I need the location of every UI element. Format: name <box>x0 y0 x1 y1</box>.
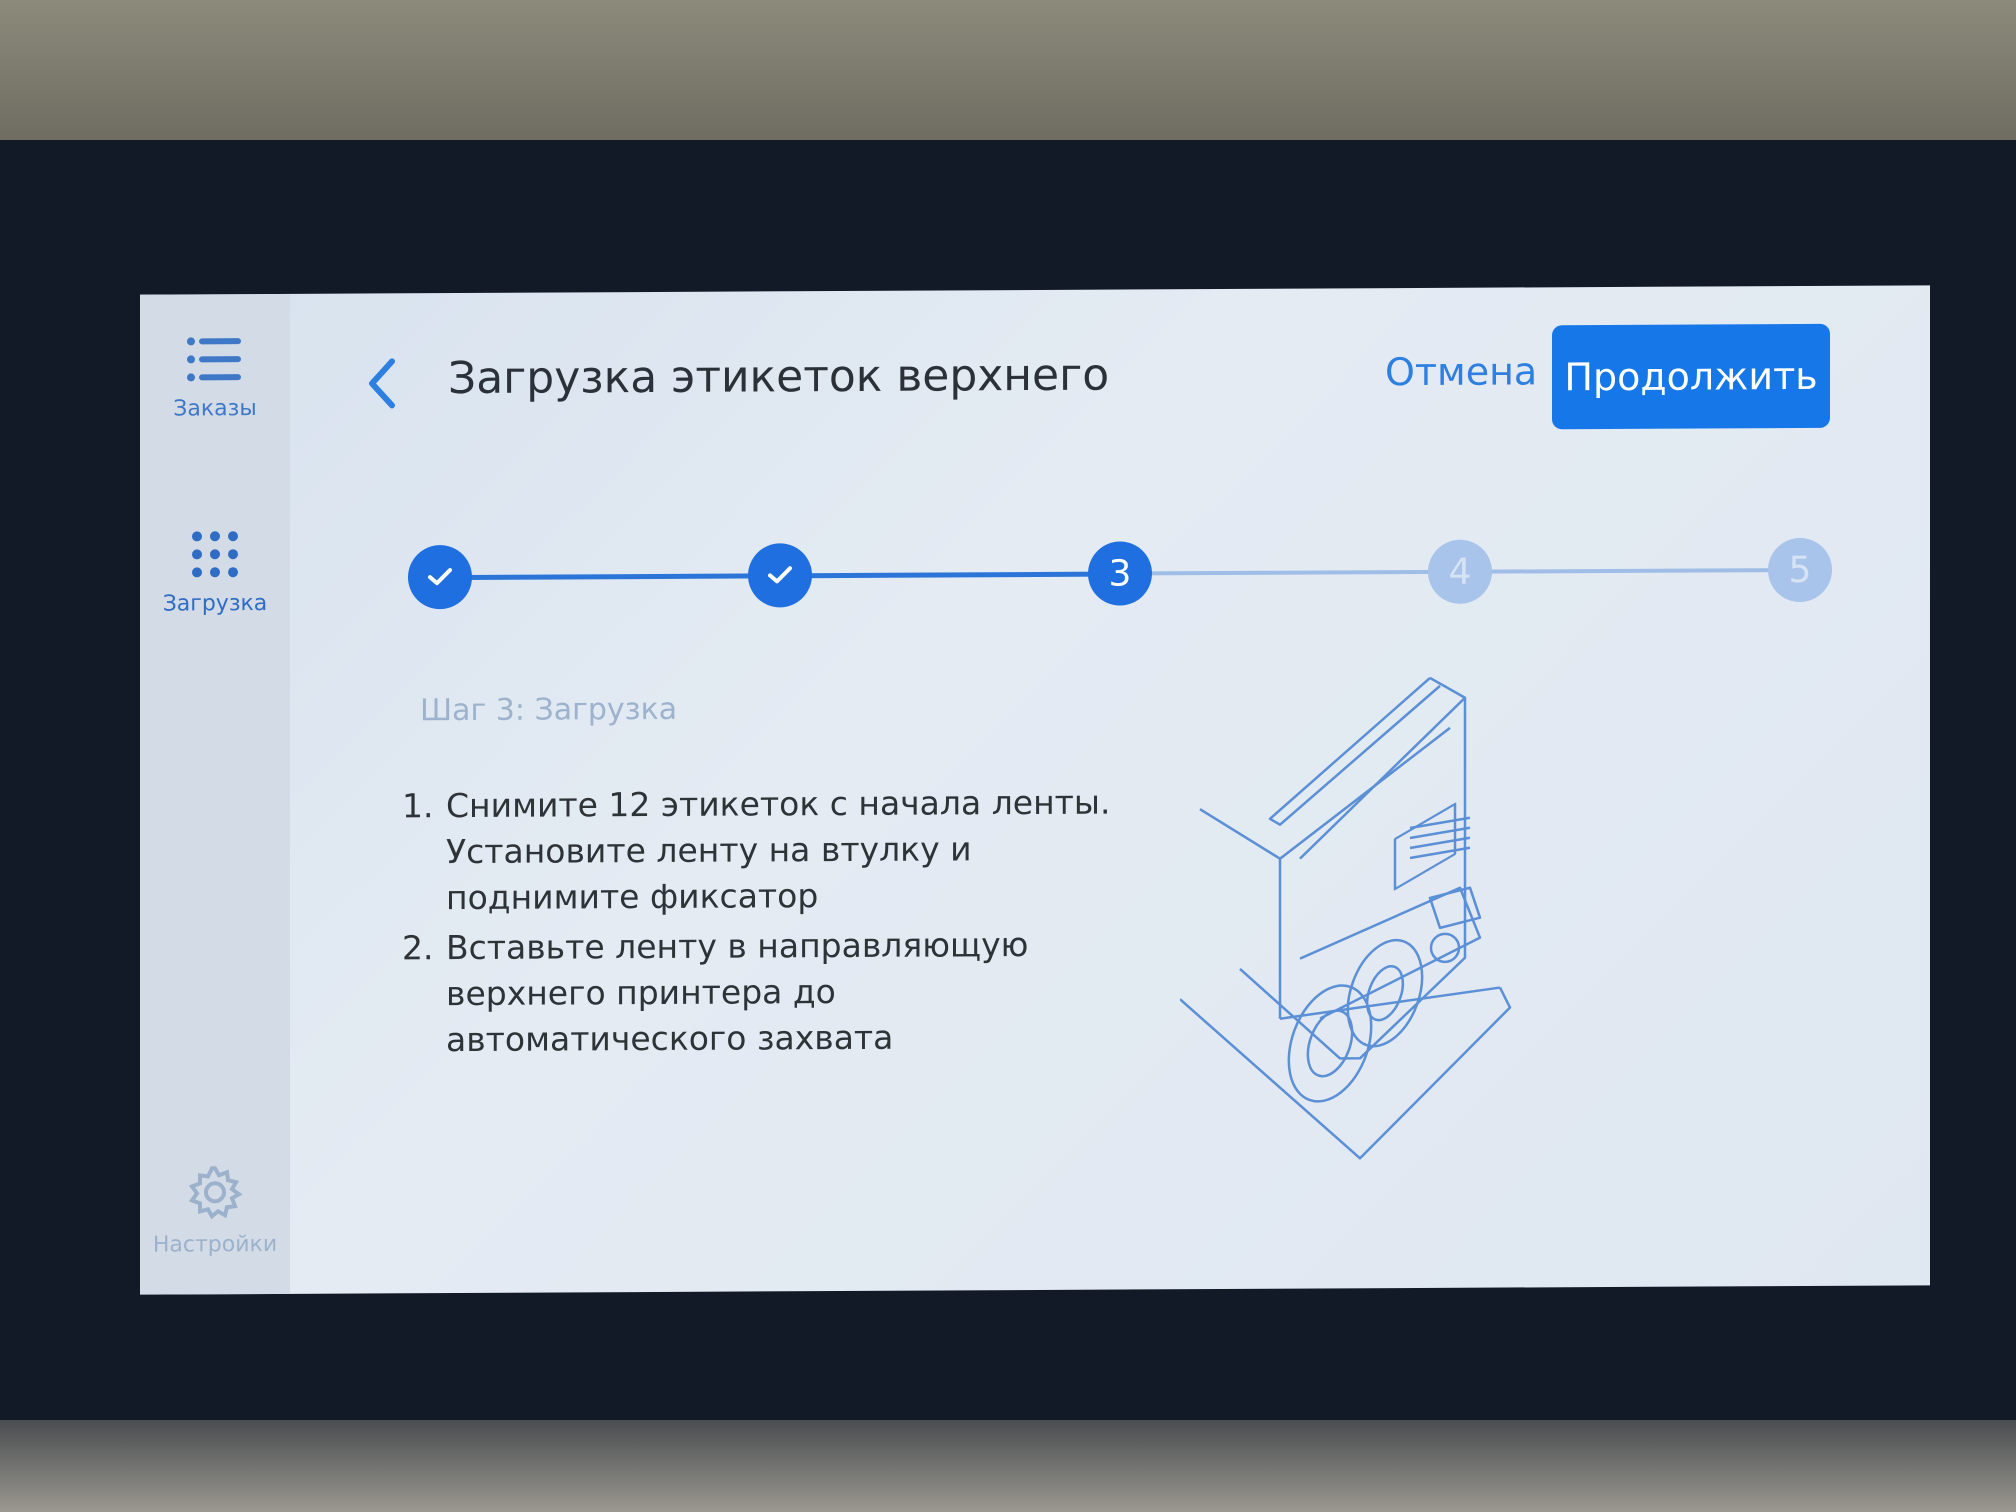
step-3-current: 3 <box>1088 541 1152 606</box>
printer-illustration <box>1180 676 1512 1160</box>
step-1-done <box>408 544 472 610</box>
touch-screen: Заказы Загрузка Настройки Загрузка этике… <box>140 285 1930 1295</box>
grid-icon <box>192 531 238 578</box>
sidebar-item-label: Заказы <box>173 396 257 422</box>
cancel-button[interactable]: Отмена <box>1385 349 1537 394</box>
stepper-line-done <box>780 571 1120 579</box>
stepper-line-done <box>440 573 780 581</box>
instruction-line: автоматического захвата <box>446 1017 894 1060</box>
instruction-item: 1. Снимите 12 этикеток с начала ленты. У… <box>402 780 1110 922</box>
instruction-line: Вставьте ленту в направляющую <box>446 925 1029 968</box>
progress-stepper: 3 4 5 <box>400 530 1832 617</box>
device-bezel-bottom <box>0 1420 2016 1512</box>
sidebar-item-loading[interactable]: Загрузка <box>140 529 290 617</box>
stepper-line-todo <box>1120 569 1460 576</box>
instruction-item: 2. Вставьте ленту в направляющую верхнег… <box>402 922 1110 1064</box>
sidebar-item-settings[interactable]: Настройки <box>140 1164 290 1258</box>
instruction-line: верхнего принтера до <box>446 972 836 1014</box>
instruction-number: 1. <box>402 786 434 826</box>
step-4-todo: 4 <box>1428 539 1492 604</box>
step-2-done <box>748 543 812 608</box>
device-bezel-top <box>0 0 2016 150</box>
instruction-line: Установите ленту на втулку и <box>446 829 972 872</box>
check-icon <box>768 566 792 584</box>
list-icon <box>187 337 241 382</box>
page-title: Загрузка этикеток верхнего <box>448 349 1110 405</box>
sidebar-item-orders[interactable]: Заказы <box>140 334 290 422</box>
sidebar-item-label: Настройки <box>152 1231 278 1258</box>
back-button[interactable] <box>362 355 412 415</box>
step-5-todo: 5 <box>1768 537 1832 603</box>
sidebar: Заказы Загрузка Настройки <box>140 293 290 1295</box>
continue-button[interactable]: Продолжить <box>1552 323 1830 430</box>
instruction-line: Снимите 12 этикеток с начала ленты. <box>446 782 1111 826</box>
stepper-line-todo <box>1460 567 1800 574</box>
instruction-number: 2. <box>402 928 434 968</box>
instruction-list: 1. Снимите 12 этикеток с начала ленты. У… <box>402 780 1110 1068</box>
chevron-left-icon <box>369 358 395 409</box>
gear-icon <box>188 1166 243 1220</box>
sidebar-item-label: Загрузка <box>162 591 268 617</box>
step-title: Шаг 3: Загрузка <box>420 691 678 729</box>
check-icon <box>428 568 452 586</box>
instruction-line: поднимите фиксатор <box>446 876 819 918</box>
